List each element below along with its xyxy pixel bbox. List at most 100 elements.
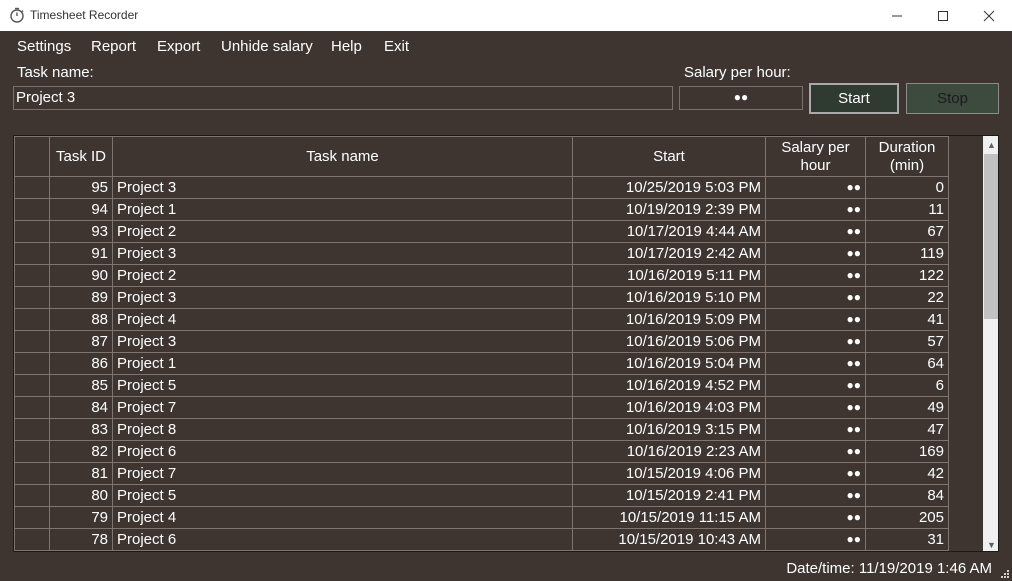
cell-task-id[interactable]: 83: [49, 418, 113, 441]
cell-task-name[interactable]: Project 1: [112, 198, 573, 221]
cell-start[interactable]: 10/17/2019 2:42 AM: [572, 242, 766, 265]
cell-start[interactable]: 10/25/2019 5:03 PM: [572, 176, 766, 199]
cell-task-id[interactable]: 89: [49, 286, 113, 309]
table-row[interactable]: 90 Project 2 10/16/2019 5:11 PM ●● 122: [14, 264, 949, 287]
task-name-input[interactable]: Project 3: [13, 86, 673, 110]
close-button[interactable]: [966, 0, 1012, 31]
cell-task-id[interactable]: 91: [49, 242, 113, 265]
table-row[interactable]: 91 Project 3 10/17/2019 2:42 AM ●● 119: [14, 242, 949, 265]
cell-start[interactable]: 10/16/2019 2:23 AM: [572, 440, 766, 463]
cell-task-id[interactable]: 90: [49, 264, 113, 287]
cell-task-id[interactable]: 93: [49, 220, 113, 243]
cell-task-name[interactable]: Project 3: [112, 286, 573, 309]
table-row[interactable]: 81 Project 7 10/15/2019 4:06 PM ●● 42: [14, 462, 949, 485]
cell-task-id[interactable]: 87: [49, 330, 113, 353]
cell-task-id[interactable]: 85: [49, 374, 113, 397]
column-header-task-name[interactable]: Task name: [112, 136, 573, 177]
row-header-cell[interactable]: [14, 374, 50, 397]
menu-exit[interactable]: Exit: [384, 38, 409, 55]
row-header-cell[interactable]: [14, 462, 50, 485]
table-row[interactable]: 82 Project 6 10/16/2019 2:23 AM ●● 169: [14, 440, 949, 463]
menu-export[interactable]: Export: [157, 38, 200, 55]
row-header-cell[interactable]: [14, 484, 50, 507]
start-button[interactable]: Start: [809, 83, 899, 114]
cell-task-name[interactable]: Project 4: [112, 308, 573, 331]
cell-start[interactable]: 10/16/2019 5:06 PM: [572, 330, 766, 353]
row-header-cell[interactable]: [14, 330, 50, 353]
table-row[interactable]: 85 Project 5 10/16/2019 4:52 PM ●● 6: [14, 374, 949, 397]
cell-duration[interactable]: 64: [865, 352, 949, 375]
row-header-cell[interactable]: [14, 440, 50, 463]
cell-task-name[interactable]: Project 2: [112, 220, 573, 243]
cell-start[interactable]: 10/15/2019 2:41 PM: [572, 484, 766, 507]
cell-salary[interactable]: ●●: [765, 242, 866, 265]
cell-salary[interactable]: ●●: [765, 286, 866, 309]
cell-task-name[interactable]: Project 7: [112, 396, 573, 419]
cell-task-name[interactable]: Project 6: [112, 528, 573, 551]
cell-salary[interactable]: ●●: [765, 418, 866, 441]
cell-duration[interactable]: 41: [865, 308, 949, 331]
cell-task-id[interactable]: 82: [49, 440, 113, 463]
cell-start[interactable]: 10/16/2019 3:15 PM: [572, 418, 766, 441]
cell-task-name[interactable]: Project 3: [112, 176, 573, 199]
cell-task-id[interactable]: 79: [49, 506, 113, 529]
row-header-cell[interactable]: [14, 242, 50, 265]
cell-start[interactable]: 10/15/2019 10:43 AM: [572, 528, 766, 551]
cell-salary[interactable]: ●●: [765, 264, 866, 287]
cell-duration[interactable]: 67: [865, 220, 949, 243]
table-row[interactable]: 94 Project 1 10/19/2019 2:39 PM ●● 11: [14, 198, 949, 221]
row-header-cell[interactable]: [14, 264, 50, 287]
column-header-duration[interactable]: Duration (min): [865, 136, 949, 177]
cell-task-name[interactable]: Project 8: [112, 418, 573, 441]
menu-help[interactable]: Help: [331, 38, 362, 55]
cell-task-id[interactable]: 78: [49, 528, 113, 551]
cell-salary[interactable]: ●●: [765, 462, 866, 485]
cell-task-name[interactable]: Project 5: [112, 484, 573, 507]
cell-duration[interactable]: 47: [865, 418, 949, 441]
column-header-start[interactable]: Start: [572, 136, 766, 177]
cell-task-name[interactable]: Project 1: [112, 352, 573, 375]
table-row[interactable]: 86 Project 1 10/16/2019 5:04 PM ●● 64: [14, 352, 949, 375]
table-row[interactable]: 83 Project 8 10/16/2019 3:15 PM ●● 47: [14, 418, 949, 441]
table-row[interactable]: 95 Project 3 10/25/2019 5:03 PM ●● 0: [14, 176, 949, 199]
menu-report[interactable]: Report: [91, 38, 136, 55]
cell-task-name[interactable]: Project 6: [112, 440, 573, 463]
cell-task-name[interactable]: Project 3: [112, 242, 573, 265]
row-header-cell[interactable]: [14, 418, 50, 441]
table-row[interactable]: 84 Project 7 10/16/2019 4:03 PM ●● 49: [14, 396, 949, 419]
cell-task-id[interactable]: 95: [49, 176, 113, 199]
minimize-button[interactable]: [874, 0, 920, 31]
cell-start[interactable]: 10/16/2019 5:11 PM: [572, 264, 766, 287]
cell-salary[interactable]: ●●: [765, 440, 866, 463]
cell-salary[interactable]: ●●: [765, 352, 866, 375]
scroll-up-icon[interactable]: ▲: [983, 136, 998, 153]
column-header-salary[interactable]: Salary per hour: [765, 136, 866, 177]
table-row[interactable]: 79 Project 4 10/15/2019 11:15 AM ●● 205: [14, 506, 949, 529]
scroll-thumb[interactable]: [984, 154, 998, 319]
cell-task-name[interactable]: Project 2: [112, 264, 573, 287]
cell-salary[interactable]: ●●: [765, 396, 866, 419]
cell-duration[interactable]: 6: [865, 374, 949, 397]
maximize-button[interactable]: [920, 0, 966, 31]
row-header-cell[interactable]: [14, 506, 50, 529]
cell-duration[interactable]: 22: [865, 286, 949, 309]
scroll-down-icon[interactable]: ▼: [983, 536, 998, 551]
salary-input[interactable]: ●●: [679, 86, 803, 110]
cell-duration[interactable]: 205: [865, 506, 949, 529]
menu-settings[interactable]: Settings: [17, 38, 71, 55]
row-header-cell[interactable]: [14, 176, 50, 199]
cell-start[interactable]: 10/16/2019 5:10 PM: [572, 286, 766, 309]
row-header-cell[interactable]: [14, 308, 50, 331]
cell-salary[interactable]: ●●: [765, 528, 866, 551]
row-header-cell[interactable]: [14, 352, 50, 375]
cell-duration[interactable]: 42: [865, 462, 949, 485]
row-header-cell[interactable]: [14, 396, 50, 419]
cell-salary[interactable]: ●●: [765, 330, 866, 353]
table-row[interactable]: 80 Project 5 10/15/2019 2:41 PM ●● 84: [14, 484, 949, 507]
cell-start[interactable]: 10/15/2019 4:06 PM: [572, 462, 766, 485]
cell-salary[interactable]: ●●: [765, 484, 866, 507]
cell-start[interactable]: 10/16/2019 4:03 PM: [572, 396, 766, 419]
cell-salary[interactable]: ●●: [765, 220, 866, 243]
cell-task-id[interactable]: 86: [49, 352, 113, 375]
table-row[interactable]: 89 Project 3 10/16/2019 5:10 PM ●● 22: [14, 286, 949, 309]
